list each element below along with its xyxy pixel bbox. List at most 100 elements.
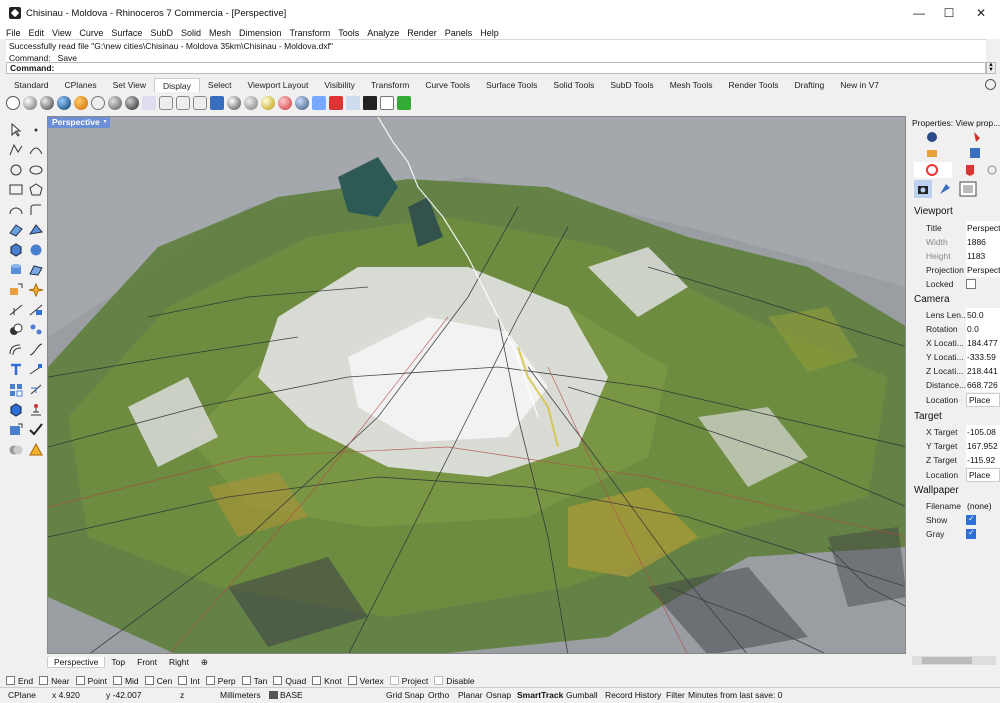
osnap-checkbox[interactable] <box>273 676 283 685</box>
osnap-checkbox[interactable] <box>112 676 122 685</box>
menu-analyze[interactable]: Analyze <box>367 28 399 38</box>
transform-icon[interactable] <box>8 282 24 297</box>
osnap-near[interactable]: Near <box>39 676 70 686</box>
group-icon[interactable] <box>28 322 44 337</box>
status-gumball[interactable]: Gumball <box>566 690 598 700</box>
project-icon[interactable] <box>28 382 44 397</box>
menu-subd[interactable]: SubD <box>150 28 173 38</box>
tab-new-in-v7[interactable]: New in V7 <box>832 78 887 92</box>
tab-mesh-tools[interactable]: Mesh Tools <box>662 78 721 92</box>
osnap-checkbox[interactable] <box>75 676 85 685</box>
camera-place-button[interactable]: Place <box>966 393 1000 407</box>
menu-dimension[interactable]: Dimension <box>239 28 282 38</box>
section-icon[interactable] <box>278 95 292 110</box>
rectangle-icon[interactable] <box>8 182 24 197</box>
cylinder-icon[interactable] <box>8 262 24 277</box>
xray-icon[interactable] <box>74 95 88 110</box>
vp-tab-right[interactable]: Right <box>163 657 195 667</box>
tab-visibility[interactable]: Visibility <box>316 78 363 92</box>
technical-icon[interactable] <box>91 95 105 110</box>
panel-horizontal-scrollbar[interactable] <box>912 656 996 665</box>
osnap-checkbox[interactable] <box>241 676 251 685</box>
wireframe-icon[interactable] <box>6 95 20 110</box>
tab-select[interactable]: Select <box>200 78 240 92</box>
menu-mesh[interactable]: Mesh <box>209 28 231 38</box>
tab-solid-tools[interactable]: Solid Tools <box>545 78 602 92</box>
menu-render[interactable]: Render <box>407 28 437 38</box>
osnap-checkbox[interactable] <box>6 676 15 685</box>
scrollbar-thumb[interactable] <box>922 657 972 664</box>
menu-curve[interactable]: Curve <box>79 28 103 38</box>
trim-icon[interactable] <box>8 302 24 317</box>
add-viewport-icon[interactable]: ⊕ <box>195 657 214 668</box>
menu-solid[interactable]: Solid <box>181 28 201 38</box>
close-button[interactable]: ✕ <box>965 0 997 26</box>
prop-filename-value[interactable]: (none) <box>966 499 1000 513</box>
prop-x-target-value[interactable]: -105.08 <box>966 425 1000 439</box>
tab-render-tools[interactable]: Render Tools <box>721 78 787 92</box>
osnap-checkbox[interactable] <box>434 676 444 685</box>
tab-cplanes[interactable]: CPlanes <box>57 78 105 92</box>
blend-curve-icon[interactable] <box>28 342 44 357</box>
dimension-icon[interactable] <box>28 362 44 377</box>
shaded-icon[interactable] <box>23 95 37 110</box>
command-input[interactable] <box>56 64 957 73</box>
prop-x-location-value[interactable]: 184.477 <box>966 336 1000 350</box>
menu-help[interactable]: Help <box>480 28 499 38</box>
show-checkbox[interactable] <box>966 514 976 525</box>
gear-icon[interactable] <box>985 79 996 90</box>
tab-surface-tools[interactable]: Surface Tools <box>478 78 545 92</box>
render-tool-icon[interactable] <box>8 442 24 457</box>
menu-transform[interactable]: Transform <box>290 28 331 38</box>
solid-tools-icon[interactable] <box>8 402 24 417</box>
explode-icon[interactable] <box>28 282 44 298</box>
prop-width-value[interactable]: 1886 <box>966 235 1000 249</box>
cube-icon[interactable] <box>380 95 394 110</box>
status-ortho[interactable]: Ortho <box>428 690 449 700</box>
status-grid-snap[interactable]: Grid Snap <box>386 690 424 700</box>
menu-view[interactable]: View <box>52 28 71 38</box>
monitor-icon[interactable] <box>363 95 377 110</box>
render-material-icon[interactable] <box>397 95 411 110</box>
text-icon[interactable] <box>8 362 24 377</box>
hide-icon[interactable] <box>329 95 343 110</box>
tab-set-view[interactable]: Set View <box>105 78 154 92</box>
offset-curve-icon[interactable] <box>8 342 24 357</box>
vp-tab-perspective[interactable]: Perspective <box>47 656 106 668</box>
tab-curve-tools[interactable]: Curve Tools <box>417 78 478 92</box>
status-units[interactable]: Millimeters <box>220 690 261 700</box>
osnap-perp[interactable]: Perp <box>205 676 236 686</box>
menu-panels[interactable]: Panels <box>445 28 473 38</box>
osnap-checkbox[interactable] <box>144 676 154 685</box>
pen-icon[interactable] <box>125 95 139 110</box>
loft-icon[interactable] <box>28 222 44 237</box>
status-record-history[interactable]: Record History <box>605 690 661 700</box>
viewport-title[interactable]: Perspective <box>48 117 104 128</box>
osnap-checkbox[interactable] <box>347 676 357 685</box>
status-cplane[interactable]: CPlane <box>8 690 36 700</box>
osnap-checkbox[interactable] <box>178 676 188 685</box>
rendered-icon[interactable] <box>40 95 54 110</box>
command-line[interactable]: Command: <box>6 62 986 74</box>
prop-z-location-value[interactable]: 218.441 <box>966 364 1000 378</box>
command-scroll-arrows-icon[interactable]: ▲ ▼ <box>986 62 996 74</box>
status-layer[interactable]: BASE <box>269 690 303 700</box>
prop-y-target-value[interactable]: 167.952 <box>966 439 1000 453</box>
camera-icon[interactable] <box>312 95 326 110</box>
layer-icon[interactable] <box>210 95 224 110</box>
circle-icon[interactable] <box>8 162 24 177</box>
locked-checkbox[interactable] <box>966 279 976 289</box>
vp-tab-top[interactable]: Top <box>105 657 131 667</box>
minimize-button[interactable]: — <box>903 0 935 26</box>
osnap-int[interactable]: Int <box>178 676 200 686</box>
drafting-icon[interactable] <box>28 442 44 457</box>
ellipse-icon[interactable] <box>28 162 44 177</box>
menu-surface[interactable]: Surface <box>111 28 142 38</box>
box-icon[interactable] <box>8 242 24 257</box>
prop-distance-value[interactable]: 668.726 <box>966 378 1000 392</box>
prop-projection-value[interactable]: Perspect <box>966 263 1000 277</box>
sphere-icon[interactable] <box>227 95 241 110</box>
prop-lens-value[interactable]: 50.0 <box>966 308 1000 322</box>
flow-icon[interactable] <box>28 402 44 417</box>
prop-y-location-value[interactable]: -333.59 <box>966 350 1000 364</box>
